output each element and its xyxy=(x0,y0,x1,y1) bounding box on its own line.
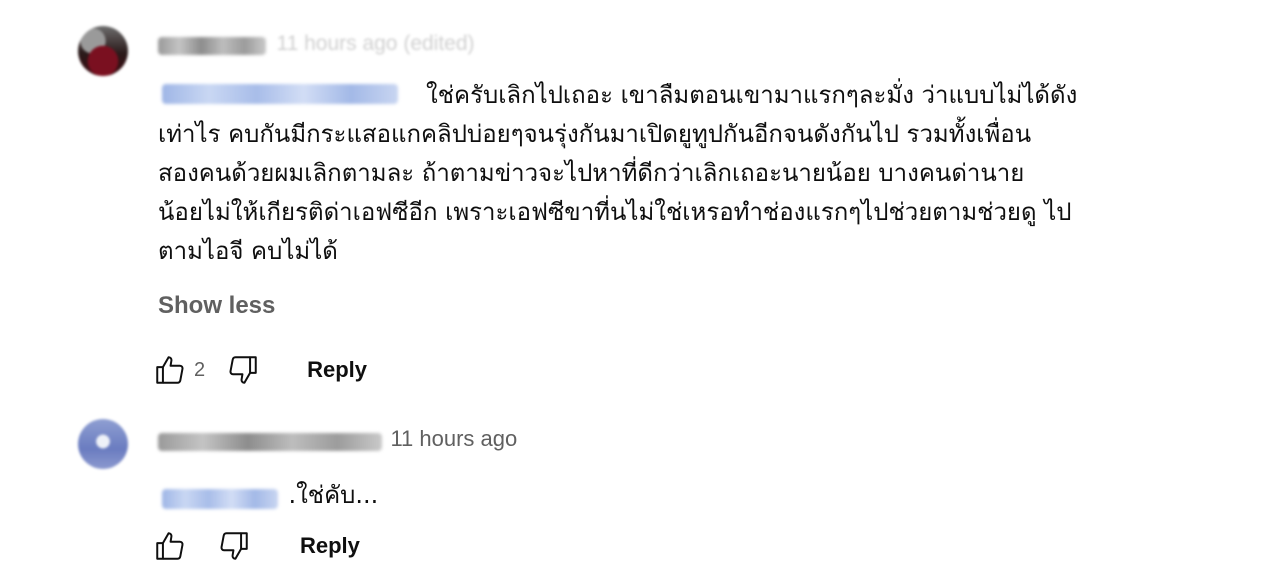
comment-header: 11 hours ago xyxy=(158,426,517,452)
thumbs-up-icon[interactable] xyxy=(150,350,190,390)
comment-action-bar: Reply xyxy=(150,526,360,566)
comment-action-bar: 2 Reply xyxy=(150,350,367,390)
mention-link[interactable] xyxy=(162,488,278,509)
comment-header: 11 hours ago (edited) xyxy=(158,32,475,56)
reply-button[interactable]: Reply xyxy=(307,357,367,383)
comment-timestamp: 11 hours ago xyxy=(390,426,518,451)
comments-section: 11 hours ago (edited) ใช่ครับเลิกไปเถอะ … xyxy=(0,0,1280,571)
avatar[interactable] xyxy=(78,26,128,76)
mention-link[interactable] xyxy=(162,84,398,104)
comment-text: .ใช่คับ... xyxy=(288,481,379,509)
reply-button[interactable]: Reply xyxy=(300,533,360,559)
comment-timestamp: 11 hours ago (edited) xyxy=(276,32,475,55)
comment-text-line: ใช่ครับเลิกไปเถอะ เขาลืมตอนเขามาแรกๆละมั… xyxy=(426,81,1078,109)
avatar[interactable] xyxy=(78,419,128,469)
like-count: 2 xyxy=(194,358,206,381)
thumbs-down-icon[interactable] xyxy=(223,350,263,390)
thumbs-down-icon[interactable] xyxy=(214,526,254,566)
author-name[interactable] xyxy=(158,432,382,451)
show-less-button[interactable]: Show less xyxy=(158,292,275,320)
author-name[interactable] xyxy=(158,36,266,55)
comment-body: .ใช่คับ... xyxy=(162,476,378,515)
comment-text-line: น้อยไม่ให้เกียรติด่าเอฟซีอีก เพราะเอฟซีข… xyxy=(158,198,1072,226)
comment-text-line: สองคนด้วยผมเลิกตามละ ถ้าตามข่าวจะไปหาที่… xyxy=(158,159,1025,187)
comment-text-line: ตามไอจี คบไม่ได้ xyxy=(158,237,338,265)
comment-text-line: เท่าไร คบกันมีกระแสอแกคลิปบ่อยๆจนรุ่งกัน… xyxy=(158,120,1032,148)
thumbs-up-icon[interactable] xyxy=(150,526,190,566)
